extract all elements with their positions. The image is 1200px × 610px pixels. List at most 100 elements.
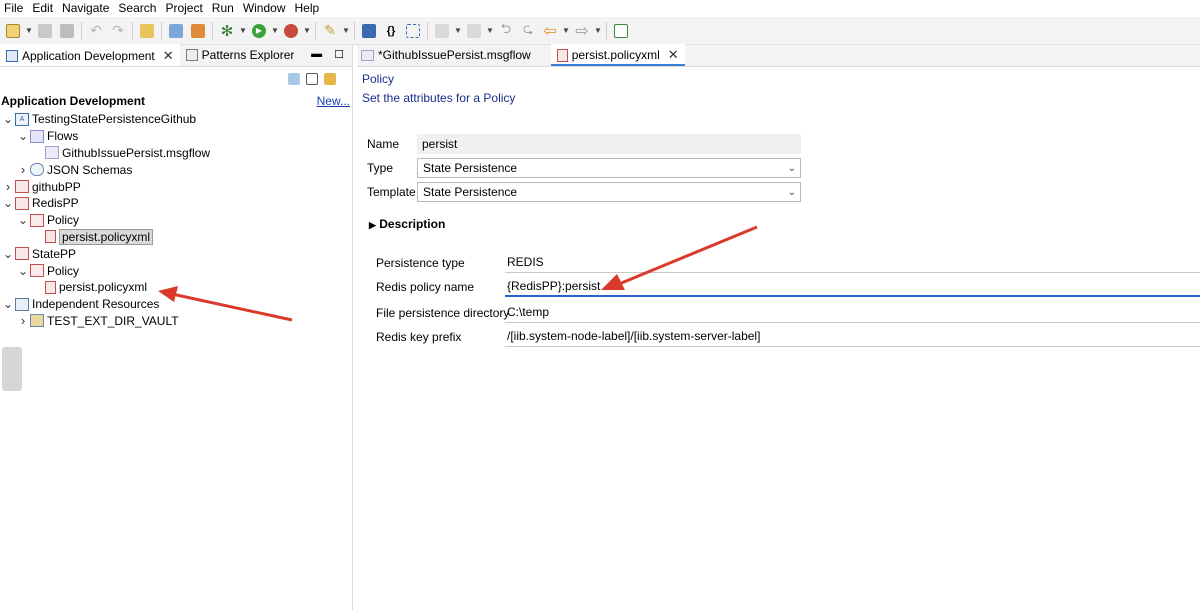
wand-dropdown[interactable]: ▼ xyxy=(341,20,351,42)
chevron-right-icon[interactable]: › xyxy=(2,179,14,194)
annotation-icon xyxy=(435,23,449,38)
sync-button[interactable] xyxy=(402,20,424,42)
menu-edit[interactable]: Edit xyxy=(28,0,58,16)
back-dropdown[interactable]: ▼ xyxy=(561,20,571,42)
chevron-right-icon[interactable]: › xyxy=(17,162,29,177)
tree-item[interactable]: › githubPP xyxy=(0,178,352,195)
run-button[interactable]: ▶ xyxy=(248,20,270,42)
view-controls: ▬ ☐ xyxy=(311,48,344,61)
tree-item[interactable]: › TEST_EXT_DIR_VAULT xyxy=(0,313,352,330)
app-dev-icon xyxy=(6,50,18,62)
menu-navigate[interactable]: Navigate xyxy=(58,0,114,16)
tree-item[interactable]: ⌄ RedisPP xyxy=(0,195,352,212)
toolbar-separator xyxy=(132,21,133,40)
property-label: Persistence type xyxy=(376,256,465,270)
new-icon xyxy=(6,23,20,38)
deploy-button[interactable] xyxy=(165,20,187,42)
type-select-value: State Persistence xyxy=(423,161,518,175)
menu-help[interactable]: Help xyxy=(291,0,325,16)
property-value-field[interactable]: REDIS xyxy=(505,252,1200,273)
property-value-field[interactable]: C:\temp xyxy=(505,302,1200,323)
console-button[interactable] xyxy=(358,20,380,42)
new-dropdown[interactable]: ▼ xyxy=(24,20,34,42)
tab-application-development[interactable]: Application Development ✕ xyxy=(0,44,180,66)
external-tools-dropdown[interactable]: ▼ xyxy=(302,20,312,42)
chevron-down-icon[interactable]: ⌄ xyxy=(2,297,14,311)
tab-label: Patterns Explorer xyxy=(201,48,295,62)
link-editor-icon[interactable] xyxy=(324,73,336,85)
type-select[interactable]: State Persistence ⌄ xyxy=(417,158,801,178)
debug-button[interactable]: ✻ xyxy=(216,20,238,42)
chevron-down-icon[interactable]: ⌄ xyxy=(2,112,14,126)
tree-item[interactable]: ⌄ Policy xyxy=(0,262,352,279)
json-icon: {} xyxy=(386,24,396,37)
undo-button[interactable]: ↶ xyxy=(85,20,107,42)
open-perspective-button[interactable] xyxy=(610,20,632,42)
debug-dropdown[interactable]: ▼ xyxy=(238,20,248,42)
template-select[interactable]: State Persistence ⌄ xyxy=(417,182,801,202)
back-button[interactable]: ⇦ xyxy=(539,20,561,42)
chevron-down-icon: ⌄ xyxy=(787,162,796,174)
forward-edit-icon: ⮎ xyxy=(522,20,534,36)
new-link[interactable]: New... xyxy=(317,94,350,108)
tree-item[interactable]: › JSON Schemas xyxy=(0,161,352,178)
tree-item[interactable]: ⌄ Policy xyxy=(0,212,352,229)
editor-subtitle: Set the attributes for a Policy xyxy=(362,91,516,105)
tab-patterns-explorer[interactable]: Patterns Explorer xyxy=(180,44,301,66)
forward-edit-button[interactable]: ⮎ xyxy=(517,20,539,42)
name-field[interactable]: persist xyxy=(417,134,801,154)
collapse-all-icon[interactable] xyxy=(306,73,318,85)
annotation-button[interactable] xyxy=(431,20,453,42)
integration-button[interactable] xyxy=(187,20,209,42)
close-icon[interactable]: ✕ xyxy=(163,48,174,64)
property-value-field[interactable]: /[iib.system-node-label]/[iib.system-ser… xyxy=(505,326,1200,347)
tree-item[interactable]: ⌄ StatePP xyxy=(0,245,352,262)
maximize-icon[interactable]: ☐ xyxy=(334,48,344,61)
close-icon[interactable]: ✕ xyxy=(668,47,679,63)
tab-msgflow[interactable]: *GithubIssuePersist.msgflow xyxy=(357,44,537,66)
tree-item[interactable]: ⌄ Flows xyxy=(0,128,352,145)
save-button[interactable] xyxy=(34,20,56,42)
chevron-down-icon[interactable]: ⌄ xyxy=(2,247,14,261)
chevron-down-icon[interactable]: ⌄ xyxy=(17,264,29,278)
tab-policyxml[interactable]: persist.policyxml ✕ xyxy=(550,44,685,66)
external-tools-button[interactable] xyxy=(280,20,302,42)
next-annotation-dropdown[interactable]: ▼ xyxy=(485,20,495,42)
editor-panel: *GithubIssuePersist.msgflow persist.poli… xyxy=(357,44,1200,610)
run-dropdown[interactable]: ▼ xyxy=(270,20,280,42)
redo-button[interactable]: ↷ xyxy=(107,20,129,42)
property-value-field[interactable]: {RedisPP}:persist xyxy=(505,276,1200,297)
description-section[interactable]: ▶ Description xyxy=(369,217,445,231)
chevron-right-icon[interactable]: › xyxy=(17,313,29,328)
new-button[interactable] xyxy=(2,20,24,42)
filter-icon[interactable] xyxy=(288,73,300,85)
last-edit-button[interactable]: ⮌ xyxy=(495,20,517,42)
menu-window[interactable]: Window xyxy=(239,0,291,16)
import-button[interactable] xyxy=(136,20,158,42)
tree-item[interactable]: ⌄ Independent Resources xyxy=(0,296,352,313)
tree-item[interactable]: GithubIssuePersist.msgflow xyxy=(0,145,352,162)
minimize-icon[interactable]: ▬ xyxy=(311,48,322,61)
tree-item[interactable]: ⌄ A TestingStatePersistenceGithub xyxy=(0,111,352,128)
chevron-down-icon[interactable]: ⌄ xyxy=(17,213,29,227)
menu-project[interactable]: Project xyxy=(161,0,207,16)
menu-file[interactable]: File xyxy=(0,0,28,16)
back-arrow-icon: ⇦ xyxy=(543,22,557,40)
policy-file-icon xyxy=(556,48,568,62)
wand-button[interactable]: ✎ xyxy=(319,20,341,42)
redo-icon: ↷ xyxy=(112,22,124,38)
forward-dropdown[interactable]: ▼ xyxy=(593,20,603,42)
menu-run[interactable]: Run xyxy=(208,0,239,16)
next-annotation-button[interactable] xyxy=(463,20,485,42)
chevron-down-icon[interactable]: ⌄ xyxy=(2,196,14,210)
menu-search[interactable]: Search xyxy=(114,0,161,16)
forward-button[interactable]: ⇨ xyxy=(571,20,593,42)
save-all-button[interactable] xyxy=(56,20,78,42)
chevron-down-icon[interactable]: ⌄ xyxy=(17,129,29,143)
annotation-dropdown[interactable]: ▼ xyxy=(453,20,463,42)
tree-item[interactable]: persist.policyxml xyxy=(0,228,352,246)
json-button[interactable]: {} xyxy=(380,20,402,42)
tree-item[interactable]: persist.policyxml xyxy=(0,279,352,296)
property-label: Redis key prefix xyxy=(376,330,462,344)
open-perspective-icon xyxy=(614,23,628,38)
